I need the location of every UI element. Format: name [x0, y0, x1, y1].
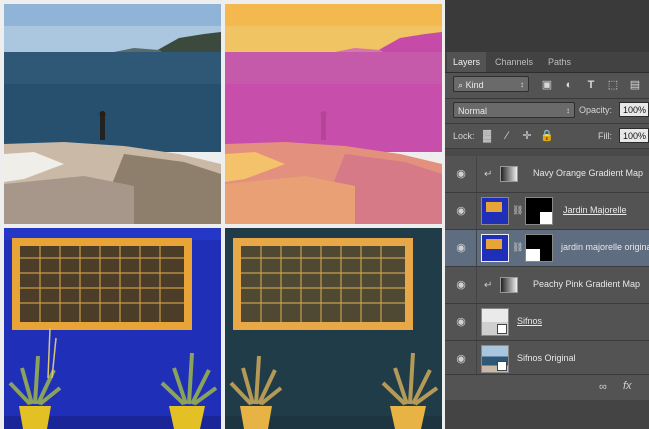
filter-shape-icon[interactable]: ⬚: [606, 78, 620, 92]
lock-all-icon[interactable]: 🔒: [540, 129, 554, 143]
layer-name: Peachy Pink Gradient Map: [533, 279, 641, 289]
opacity-input[interactable]: 100%: [619, 102, 649, 117]
panel-tabs: Layers Channels Paths: [445, 52, 649, 73]
chevron-updown-icon: ↕: [566, 106, 570, 115]
filter-kind-label: Kind: [465, 80, 484, 90]
visibility-column: ◉: [445, 156, 477, 192]
gradient-map-thumbnail: [500, 166, 518, 182]
fill-input[interactable]: 100%: [619, 128, 649, 143]
layer-row[interactable]: ◉ ↵ Peachy Pink Gradient Map: [445, 267, 649, 304]
layers-panel: Layers Channels Paths ⌕ Kind ↕ ▣ ◐ T ⬚ ▤…: [445, 0, 649, 429]
tab-paths[interactable]: Paths: [542, 52, 577, 72]
fx-icon[interactable]: fx: [623, 380, 632, 392]
filter-smart-object-icon[interactable]: ▤: [628, 78, 642, 92]
panel-footer: [445, 400, 649, 429]
filter-type-icon[interactable]: T: [584, 78, 598, 92]
visibility-column: ◉: [445, 230, 477, 266]
layer-row[interactable]: ◉ Sifnos: [445, 304, 649, 341]
layer-name: Sifnos Original: [517, 353, 576, 363]
chevron-updown-icon: ↕: [520, 80, 524, 89]
layer-mask-thumbnail: [525, 234, 553, 262]
photo-majorelle-original: [4, 228, 221, 429]
layer-list-top: [445, 149, 649, 156]
layer-mask-thumbnail: [525, 197, 553, 225]
clip-arrow-icon: ↵: [484, 169, 493, 180]
lock-paint-icon[interactable]: ⁄: [500, 129, 514, 143]
layer-row[interactable]: ◉ ⛓ Jardin Majorelle: [445, 193, 649, 230]
blend-mode-value: Normal: [458, 106, 488, 116]
photo-majorelle-gradient: [225, 228, 442, 429]
fill-label: Fill:: [598, 131, 612, 141]
eye-icon[interactable]: ◉: [455, 353, 467, 365]
layer-row-selected[interactable]: ◉ ⛓ jardin majorelle original: [445, 230, 649, 267]
layer-row[interactable]: ◉ ↵ Navy Orange Gradient Map: [445, 156, 649, 193]
visibility-column: ◉: [445, 341, 477, 377]
link-icon[interactable]: ∞: [599, 381, 607, 393]
eye-icon[interactable]: ◉: [455, 205, 467, 217]
smart-object-thumbnail: [481, 308, 509, 336]
visibility-column: ◉: [445, 267, 477, 303]
clip-arrow-icon: ↵: [484, 280, 493, 291]
layer-name: Navy Orange Gradient Map: [533, 168, 644, 178]
filter-pixel-icon[interactable]: ▣: [540, 78, 554, 92]
gradient-map-thumbnail: [500, 277, 518, 293]
photo-sifnos-original: [4, 4, 221, 224]
layer-name: Jardin Majorelle: [563, 205, 627, 215]
eye-icon[interactable]: ◉: [455, 316, 467, 328]
visibility-column: ◉: [445, 193, 477, 229]
eye-icon[interactable]: ◉: [455, 242, 467, 254]
document-canvas[interactable]: [0, 0, 445, 429]
eye-icon[interactable]: ◉: [455, 168, 467, 180]
layer-name: jardin majorelle original: [561, 242, 649, 252]
chain-link-icon: ⛓: [512, 242, 524, 252]
layer-row[interactable]: ◉ Sifnos Original: [445, 341, 649, 378]
layer-thumbnail: [481, 234, 509, 262]
tab-layers[interactable]: Layers: [447, 52, 487, 72]
photo-sifnos-gradient: [225, 4, 442, 224]
panel-top-area: [445, 0, 649, 52]
filter-adjustment-icon[interactable]: ◐: [562, 78, 576, 92]
lock-position-icon[interactable]: ✛: [520, 129, 534, 143]
layer-name: Sifnos: [517, 316, 543, 326]
lock-transparent-icon[interactable]: ▓: [480, 129, 494, 143]
search-icon: ⌕: [458, 80, 464, 90]
filter-kind-select[interactable]: ⌕ Kind ↕: [453, 76, 529, 92]
smart-object-thumbnail: [481, 345, 509, 373]
blend-mode-select[interactable]: Normal ↕: [453, 102, 575, 118]
opacity-label: Opacity:: [579, 105, 613, 115]
chain-link-icon: ⛓: [512, 205, 524, 215]
visibility-column: ◉: [445, 304, 477, 340]
eye-icon[interactable]: ◉: [455, 279, 467, 291]
layer-thumbnail: [481, 197, 509, 225]
layers-bottom-bar: ∞ fx: [445, 374, 649, 401]
lock-label: Lock:: [453, 131, 475, 141]
tab-channels[interactable]: Channels: [489, 52, 539, 72]
